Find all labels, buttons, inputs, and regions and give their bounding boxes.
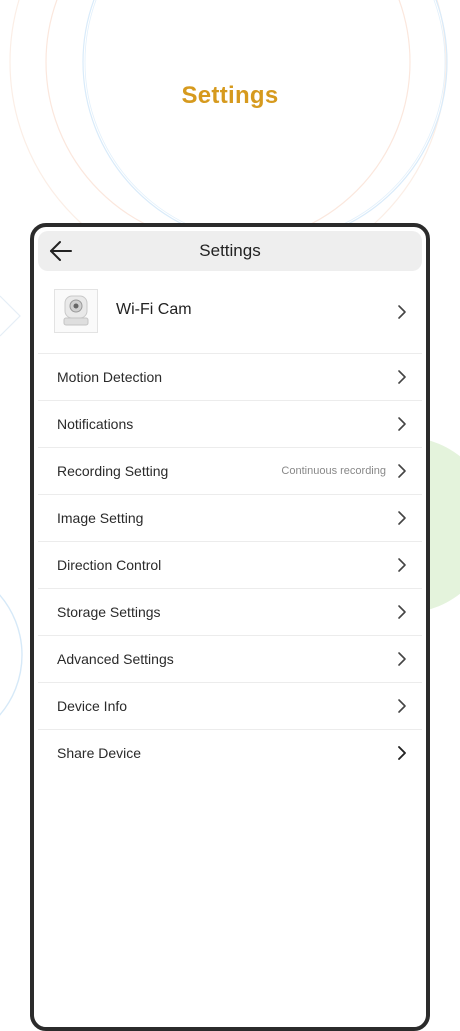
promo-title: Settings: [181, 82, 279, 109]
chevron-right-icon: [398, 746, 406, 760]
menu-item-direction-control[interactable]: Direction Control: [38, 542, 422, 589]
settings-screen: Settings Wi-Fi Cam Motion Detection Noti…: [38, 231, 422, 1027]
chevron-right-icon: [398, 652, 406, 666]
menu-item-label: Share Device: [57, 745, 142, 761]
device-thumbnail: [54, 289, 98, 333]
menu-item-device-info[interactable]: Device Info: [38, 683, 422, 730]
phone-frame: Settings Wi-Fi Cam Motion Detection Noti…: [30, 223, 430, 1031]
menu-item-label: Image Setting: [57, 510, 144, 526]
chevron-right-icon: [398, 417, 406, 431]
menu-item-label: Storage Settings: [57, 604, 161, 620]
menu-item-image-setting[interactable]: Image Setting: [38, 495, 422, 542]
menu-item-label: Device Info: [57, 698, 128, 714]
menu-item-label: Notifications: [57, 416, 134, 432]
menu-item-recording-setting[interactable]: Recording Setting Continuous recording: [38, 448, 422, 495]
menu-item-label: Recording Setting: [57, 463, 169, 479]
recording-mode-value: Continuous recording: [281, 465, 386, 477]
chevron-right-icon: [398, 511, 406, 525]
chevron-right-icon: [398, 305, 406, 319]
menu-item-storage-settings[interactable]: Storage Settings: [38, 589, 422, 636]
chevron-right-icon: [398, 605, 406, 619]
chevron-right-icon: [398, 370, 406, 384]
menu-item-share-device[interactable]: Share Device: [38, 730, 422, 776]
menu-item-label: Direction Control: [57, 557, 162, 573]
chevron-right-icon: [398, 464, 406, 478]
page-title: Settings: [199, 241, 261, 260]
chevron-right-icon: [398, 699, 406, 713]
device-row[interactable]: Wi-Fi Cam: [38, 271, 422, 354]
menu-item-label: Motion Detection: [57, 369, 163, 385]
menu-item-notifications[interactable]: Notifications: [38, 401, 422, 448]
chevron-right-icon: [398, 558, 406, 572]
device-name: Wi-Fi Cam: [116, 301, 192, 318]
camera-icon: [63, 295, 89, 326]
menu-item-advanced-settings[interactable]: Advanced Settings: [38, 636, 422, 683]
menu-item-label: Advanced Settings: [57, 651, 174, 667]
header-bar: Settings: [38, 231, 422, 271]
menu-item-motion-detection[interactable]: Motion Detection: [38, 354, 422, 401]
